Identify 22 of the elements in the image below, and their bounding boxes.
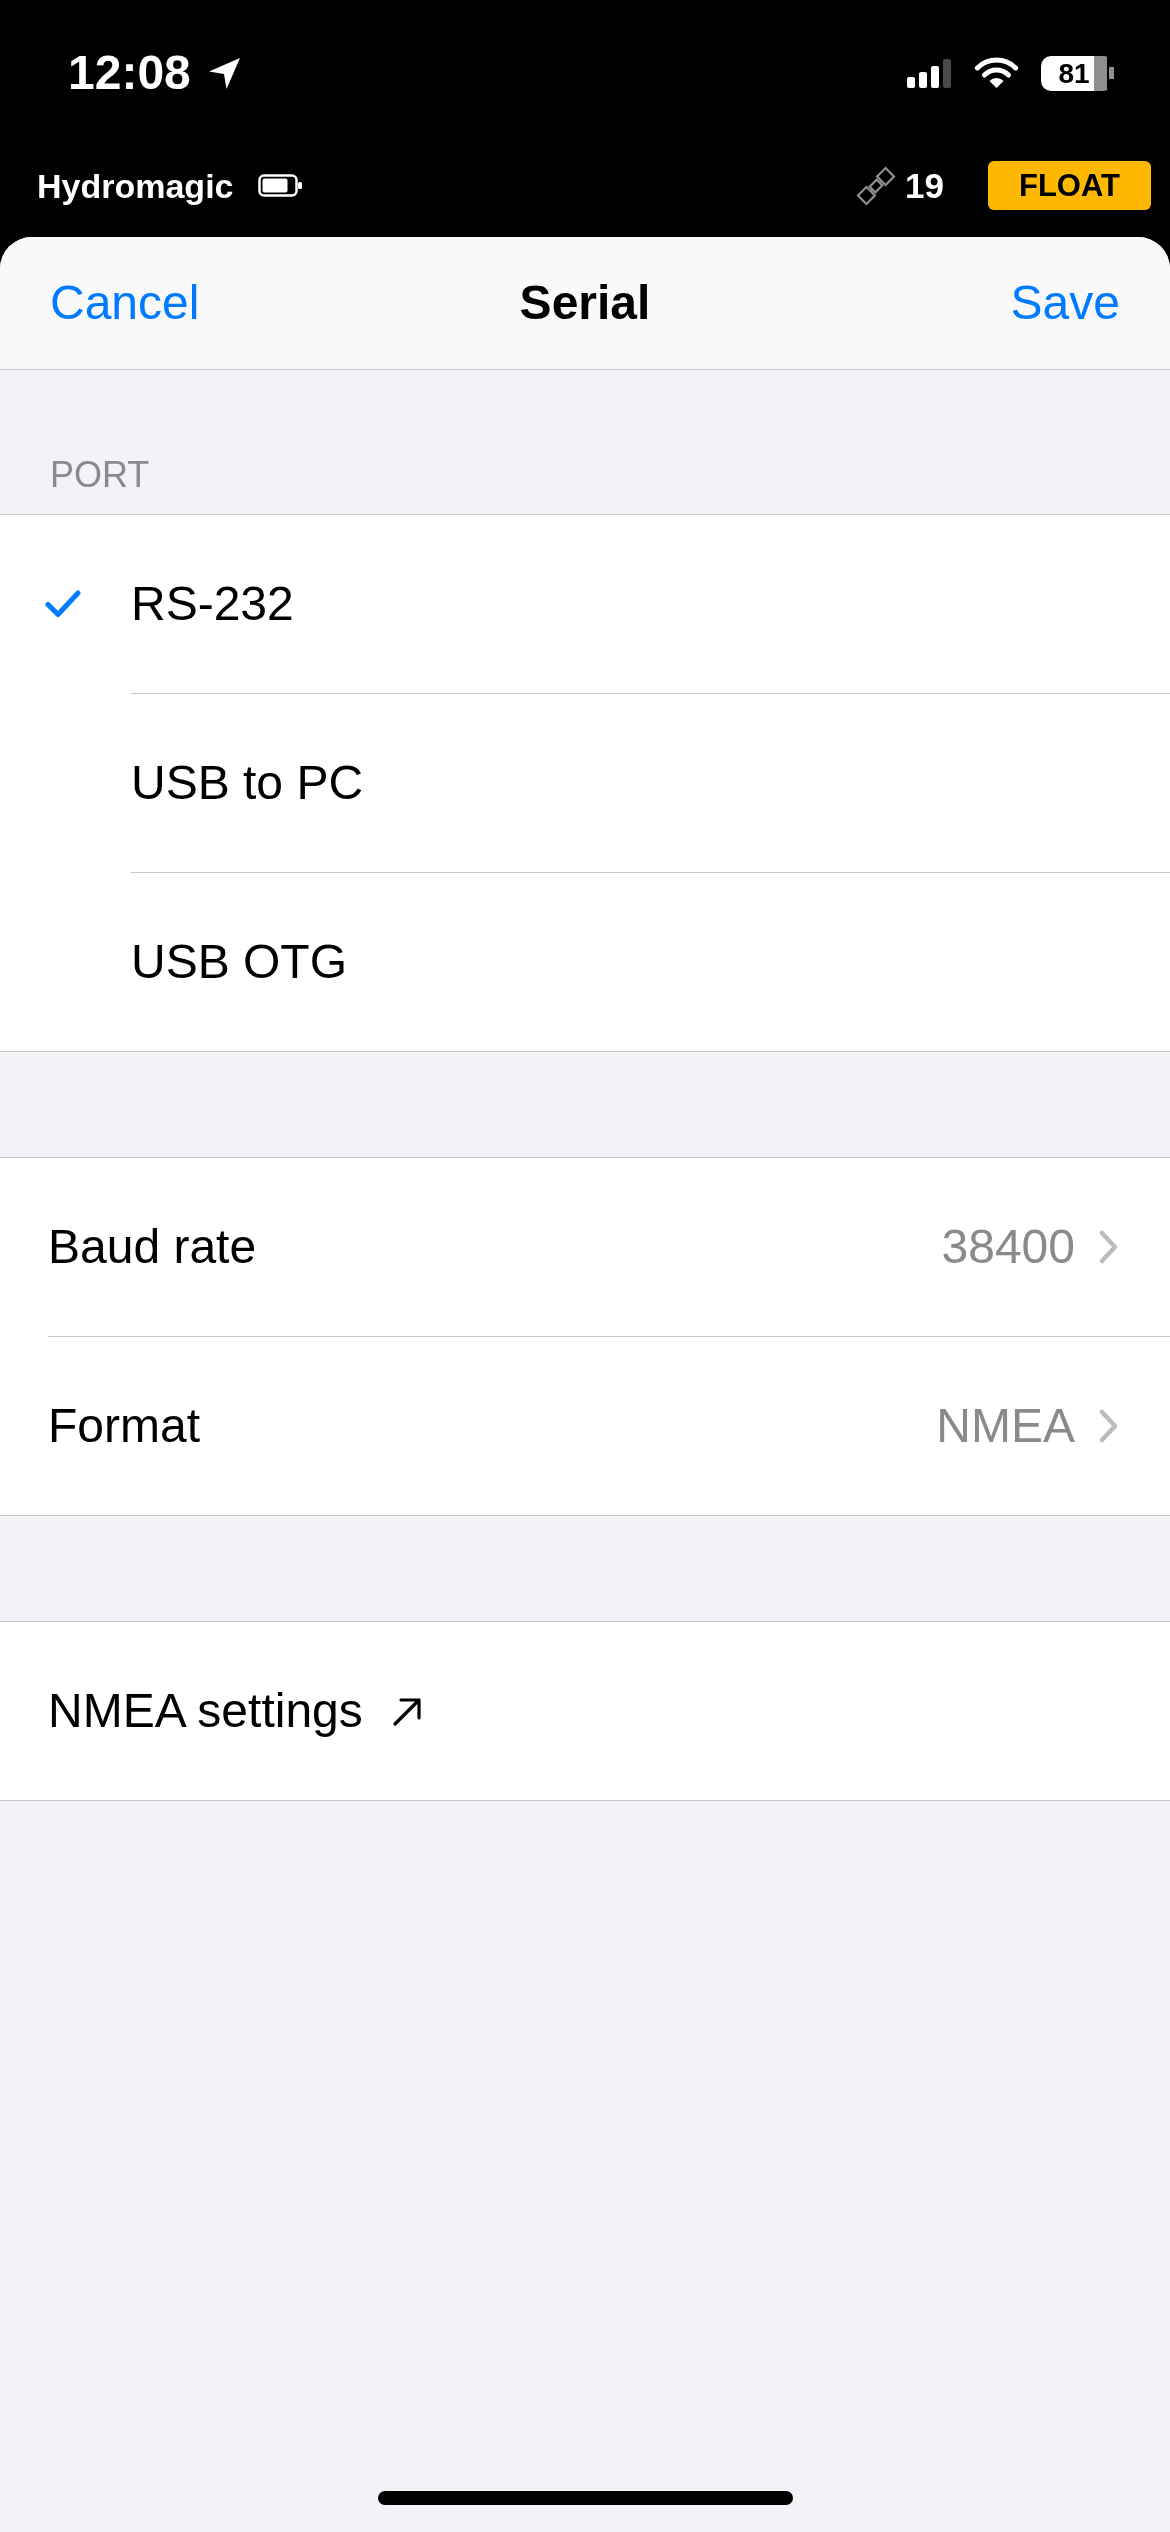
row-label: Baud rate — [48, 1219, 257, 1275]
cancel-button[interactable]: Cancel — [50, 275, 200, 331]
satellite-icon — [855, 164, 898, 207]
status-time: 12:08 — [68, 45, 191, 101]
wifi-icon — [974, 57, 1019, 89]
fix-status-badge: FLOAT — [988, 161, 1151, 210]
chevron-right-icon — [1099, 1409, 1118, 1443]
battery-icon — [257, 174, 303, 197]
arrow-up-right-icon — [391, 1695, 423, 1727]
row-label: Format — [48, 1398, 200, 1454]
save-button[interactable]: Save — [1010, 275, 1120, 331]
section-header: PORT — [49, 453, 150, 497]
row-value: 38400 — [941, 1219, 1075, 1275]
app-name: Hydromagic — [37, 165, 234, 206]
row-value: NMEA — [936, 1398, 1075, 1454]
signal-icon — [907, 58, 952, 88]
battery-indicator: 81 — [1041, 55, 1114, 91]
nav-title: Serial — [519, 275, 651, 331]
chevron-right-icon — [1099, 1230, 1118, 1264]
satellite-count: 19 — [905, 165, 944, 206]
checkmark-icon — [45, 590, 81, 618]
location-arrow-icon — [206, 55, 242, 91]
